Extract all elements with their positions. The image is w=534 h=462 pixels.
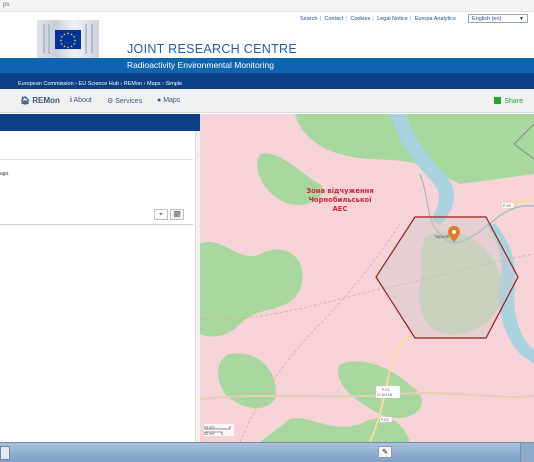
share-icon bbox=[494, 97, 502, 104]
screen: { "browser": { "url_fragment": "ps" }, "… bbox=[0, 0, 534, 462]
chart-button[interactable]: 📈︎ bbox=[170, 209, 184, 220]
url-text: ps bbox=[3, 2, 10, 8]
svg-text:★: ★ bbox=[63, 33, 66, 37]
nav-item-services[interactable]: ⚙ Services bbox=[107, 97, 142, 105]
svg-text:★: ★ bbox=[66, 46, 69, 49]
crosshair-icon: ⌖ bbox=[159, 212, 163, 218]
road-label-p56: P-56 bbox=[503, 204, 511, 208]
scale-km: 3 km bbox=[206, 426, 215, 430]
home-icon: 🏠︎ bbox=[20, 96, 31, 105]
globe-icon: ● bbox=[157, 97, 162, 104]
eu-flag-icon: ★ ★ ★ ★ ★ ★ ★ ★ ★ ★ ★ ★ bbox=[55, 30, 81, 50]
nav-brand-remon[interactable]: 🏠︎ REMon bbox=[20, 96, 60, 105]
locate-button[interactable]: ⌖ bbox=[154, 209, 168, 220]
chevron-down-icon: ▼ bbox=[519, 16, 524, 22]
utility-link-contact[interactable]: Contact bbox=[324, 16, 343, 22]
road-label-p02: P-02 bbox=[382, 388, 390, 392]
utility-link-analytics[interactable]: Europa Analytics bbox=[415, 16, 456, 22]
marker-label: Чорноб bbox=[434, 234, 450, 239]
nav-item-maps[interactable]: ● Maps bbox=[157, 97, 180, 104]
utility-link-search[interactable]: Search bbox=[300, 16, 317, 22]
zone-label-line1: Зона відчуження bbox=[306, 187, 374, 195]
share-button[interactable]: Share bbox=[494, 97, 523, 105]
divider bbox=[0, 159, 193, 160]
panel-header-bar bbox=[0, 114, 200, 131]
show-desktop-button[interactable] bbox=[520, 443, 534, 462]
nav-services-label: Services bbox=[115, 98, 143, 105]
language-select[interactable]: English (en) ▼ bbox=[468, 14, 528, 23]
top-nav: 🏠︎ REMon i About ⚙ Services ● Maps Share bbox=[0, 89, 534, 113]
info-icon: i bbox=[70, 97, 72, 104]
utility-link-cookies[interactable]: Cookies bbox=[350, 16, 370, 22]
zone-label-line3: АЕС bbox=[333, 205, 348, 213]
breadcrumb[interactable]: European Commission › EU Science Hub › R… bbox=[0, 73, 534, 89]
map-view[interactable]: Зона відчуження Чорнобильської АЕС Чорно… bbox=[200, 114, 534, 442]
svg-text:★: ★ bbox=[70, 45, 73, 49]
zone-label-line2: Чорнобильської bbox=[308, 196, 372, 204]
utility-link-legal[interactable]: Legal Notice bbox=[377, 16, 408, 22]
road-label-o10116: О-10116 bbox=[377, 393, 392, 397]
line-chart-icon: 📈︎ bbox=[173, 212, 181, 218]
nav-item-about[interactable]: i About bbox=[70, 97, 92, 104]
divider bbox=[0, 224, 193, 225]
pencil-icon[interactable]: ✎ bbox=[378, 446, 392, 458]
panel-text: ago. bbox=[0, 171, 10, 177]
gears-icon: ⚙ bbox=[107, 98, 114, 105]
subtitle-bar: Radioactivity Environmental Monitoring bbox=[0, 58, 534, 73]
taskbar: ✎ bbox=[0, 442, 534, 462]
utility-links: Search | Contact | Cookies | Legal Notice | … bbox=[300, 16, 456, 22]
nav-about-label: About bbox=[73, 97, 92, 104]
taskbar-window-button[interactable] bbox=[0, 446, 10, 460]
browser-address-bar[interactable]: ps bbox=[0, 0, 534, 12]
side-panel: ago. ⌖ 📈︎ bbox=[0, 131, 195, 441]
share-label: Share bbox=[504, 98, 523, 105]
site-subtitle: Radioactivity Environmental Monitoring bbox=[127, 60, 274, 70]
scale-bar: 3 km 2 mi bbox=[204, 424, 234, 436]
nav-maps-label: Maps bbox=[163, 97, 181, 104]
site-title[interactable]: JOINT RESEARCH CENTRE bbox=[127, 42, 297, 56]
nav-brand-label: REMon bbox=[32, 96, 60, 105]
language-value: English (en) bbox=[472, 16, 502, 22]
road-label-p02-south: P-02 bbox=[381, 418, 389, 422]
scale-mi: 2 mi bbox=[206, 432, 214, 436]
